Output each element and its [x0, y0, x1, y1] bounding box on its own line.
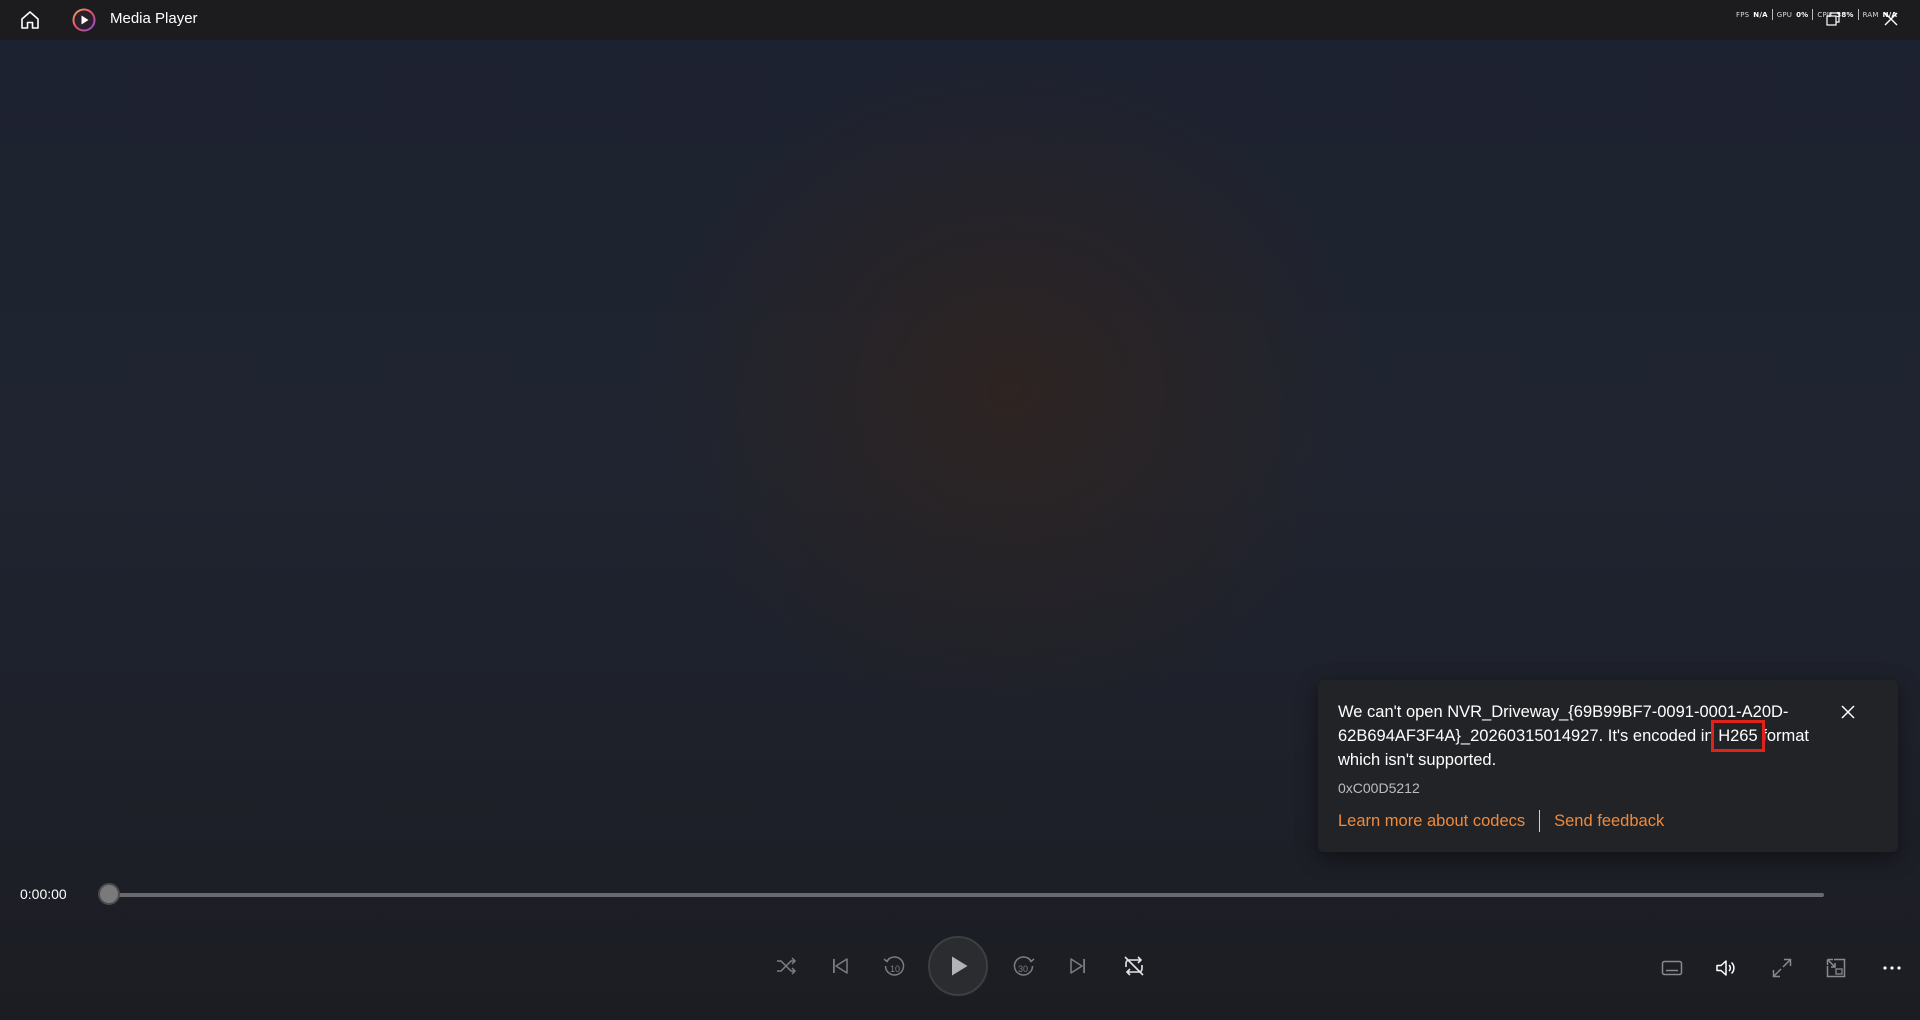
- highlighted-codec: H265: [1711, 720, 1765, 752]
- rewind-10-icon: 10: [883, 956, 905, 976]
- current-time: 0:00:00: [20, 886, 67, 902]
- next-button[interactable]: [1060, 948, 1096, 984]
- fps-value: N/A: [1753, 10, 1768, 19]
- app-title: Media Player: [110, 10, 198, 27]
- ram-label: RAM: [1862, 10, 1879, 19]
- miniplayer-icon: [1826, 958, 1846, 978]
- title-bar: Media Player FPS N/A GPU 0% CPU 38% RAM …: [0, 0, 1920, 40]
- repeat-button[interactable]: [1116, 948, 1152, 984]
- perf-divider: [1812, 9, 1814, 20]
- shuffle-button[interactable]: [768, 948, 804, 984]
- fps-label: FPS: [1736, 10, 1750, 19]
- forward-30-button[interactable]: 30: [1006, 948, 1042, 984]
- error-code: 0xC00D5212: [1338, 780, 1420, 796]
- subtitles-icon: [1661, 960, 1683, 976]
- link-divider: [1539, 810, 1541, 832]
- close-window-icon[interactable]: [1882, 10, 1900, 28]
- home-button[interactable]: [14, 6, 46, 34]
- learn-more-codecs-link[interactable]: Learn more about codecs: [1338, 812, 1525, 831]
- more-options-button[interactable]: [1874, 950, 1910, 986]
- play-button[interactable]: [928, 936, 988, 996]
- volume-icon: [1716, 960, 1735, 976]
- fullscreen-icon: [1772, 958, 1792, 978]
- repeat-off-icon: [1124, 956, 1144, 976]
- fullscreen-button[interactable]: [1764, 950, 1800, 986]
- seek-bar[interactable]: [108, 893, 1824, 897]
- error-message: We can't open NVR_Driveway_{69B99BF7-009…: [1338, 700, 1818, 772]
- forward-30-icon: 30: [1013, 956, 1035, 976]
- next-icon: [1070, 958, 1085, 974]
- performance-overlay: FPS N/A GPU 0% CPU 38% RAM N/A: [1736, 9, 1897, 20]
- volume-button[interactable]: [1708, 950, 1744, 986]
- gpu-label: GPU: [1776, 10, 1793, 19]
- play-icon: [952, 956, 968, 976]
- send-feedback-link[interactable]: Send feedback: [1554, 812, 1664, 831]
- rewind-seconds: 10: [890, 964, 900, 974]
- gpu-value: 0%: [1796, 10, 1809, 19]
- home-icon: [21, 11, 39, 29]
- previous-icon: [833, 958, 848, 974]
- media-player-window: Media Player FPS N/A GPU 0% CPU 38% RAM …: [0, 0, 1920, 1020]
- rewind-10-button[interactable]: 10: [876, 948, 912, 984]
- error-notification: We can't open NVR_Driveway_{69B99BF7-009…: [1318, 680, 1898, 852]
- media-player-logo-icon: [72, 8, 96, 32]
- close-notification-icon[interactable]: [1838, 702, 1858, 722]
- notification-links: Learn more about codecs Send feedback: [1338, 810, 1664, 832]
- shuffle-icon: [777, 957, 797, 975]
- subtitles-button[interactable]: [1654, 950, 1690, 986]
- previous-button[interactable]: [822, 948, 858, 984]
- seek-thumb[interactable]: [98, 883, 120, 905]
- perf-divider: [1857, 9, 1859, 20]
- restore-window-icon[interactable]: [1826, 12, 1840, 26]
- perf-divider: [1771, 9, 1773, 20]
- more-icon: [1883, 966, 1901, 970]
- forward-seconds: 30: [1018, 964, 1028, 974]
- miniplayer-button[interactable]: [1818, 950, 1854, 986]
